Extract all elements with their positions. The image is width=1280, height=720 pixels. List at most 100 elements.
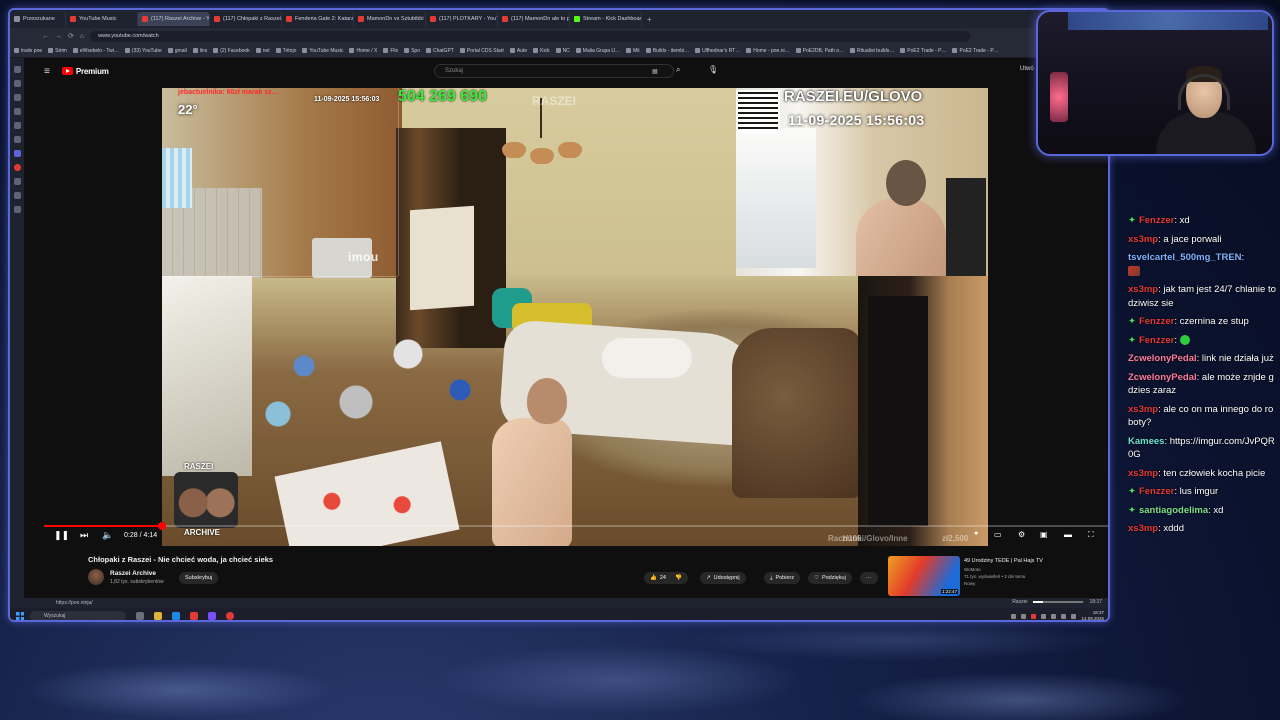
tray-icon[interactable] xyxy=(1051,613,1057,619)
sidebar-icon[interactable] xyxy=(13,164,21,171)
chat-username[interactable]: ZcwelonyPedal xyxy=(1128,353,1197,364)
video-player[interactable]: jebactuelnika: 60zł marak sz… 22° 11-09-… xyxy=(162,88,988,546)
bookmark-item[interactable]: PoE2 Trade - P… xyxy=(952,48,999,54)
channel-name[interactable]: Raszei Archive xyxy=(110,570,156,577)
bookmark-item[interactable]: (33) YouTube xyxy=(124,48,162,54)
bookmark-item[interactable]: Portal CDS Start xyxy=(459,48,504,54)
taskbar-search[interactable]: Wyszukaj xyxy=(30,611,126,620)
browser-tab[interactable]: Stream - Kick Dashboard xyxy=(570,12,642,26)
chat-username[interactable]: tsvelcartel_500mg_TREN xyxy=(1128,252,1242,263)
discord-icon[interactable] xyxy=(208,612,216,620)
task-view-icon[interactable] xyxy=(136,612,144,620)
browser-tab[interactable]: Przeszukane xyxy=(10,12,66,26)
bookmark-item[interactable]: Strim xyxy=(48,48,67,54)
volume-icon[interactable]: 🔈 xyxy=(102,530,113,541)
chat-username[interactable]: xs3mp xyxy=(1128,404,1158,415)
bookmark-item[interactable]: Spo xyxy=(404,48,420,54)
sidebar-icon[interactable] xyxy=(13,94,21,101)
next-icon[interactable]: ⏭ xyxy=(80,530,88,541)
tray-icon[interactable] xyxy=(1011,613,1017,619)
chat-username[interactable]: santiagodelima xyxy=(1139,505,1208,516)
bookmark-item[interactable]: Tritnjo xyxy=(275,48,296,54)
sidebar-icon[interactable] xyxy=(13,122,21,129)
progress-bar[interactable] xyxy=(44,522,1108,530)
recommended-channel[interactable]: WoMoto xyxy=(964,567,981,572)
pause-icon[interactable]: ❚❚ xyxy=(54,530,69,541)
chat-username[interactable]: xs3mp xyxy=(1128,284,1158,295)
more-actions-button[interactable]: ··· xyxy=(860,572,878,584)
bookmark-item[interactable]: Aute xyxy=(509,48,527,54)
sidebar-icon[interactable] xyxy=(13,192,21,199)
sidebar-icon[interactable] xyxy=(13,108,21,115)
bookmark-item[interactable]: PoE2DB, Path o… xyxy=(795,48,844,54)
bookmark-item[interactable]: YouTube Music xyxy=(302,48,343,54)
create-button[interactable]: Utwó xyxy=(1020,66,1034,72)
chat-username[interactable]: ZcwelonyPedal xyxy=(1128,372,1197,383)
bookmark-item[interactable]: gmail xyxy=(167,48,187,54)
chat-username[interactable]: xs3mp xyxy=(1128,468,1158,479)
back-icon[interactable]: ← xyxy=(42,33,49,40)
share-button[interactable]: ↗ Udostępnij xyxy=(700,572,746,584)
bookmark-item[interactable]: ChatGPT xyxy=(426,48,454,54)
reload-icon[interactable]: ⟳ xyxy=(68,32,74,40)
bookmark-item[interactable]: Mit xyxy=(626,48,640,54)
chat-username[interactable]: xs3mp xyxy=(1128,523,1158,534)
chat-username[interactable]: Kamees xyxy=(1128,436,1164,447)
theater-mode-icon[interactable]: ▬ xyxy=(1064,530,1072,539)
recommended-title[interactable]: 49 Urodziny TEDE | Pal Hajs TV xyxy=(964,558,1043,564)
opera-icon[interactable] xyxy=(190,612,198,620)
explorer-icon[interactable] xyxy=(154,612,162,620)
search-icon[interactable]: ⌕ xyxy=(676,65,680,75)
edge-icon[interactable] xyxy=(172,612,180,620)
tray-icon[interactable] xyxy=(1021,613,1027,619)
bookmark-item[interactable]: Ritualist builds… xyxy=(850,48,894,54)
browser-tab[interactable]: (117) PLOTKARY - YouTube xyxy=(426,12,498,26)
fullscreen-icon[interactable]: ⛶ xyxy=(1088,530,1094,540)
recommended-thumbnail[interactable]: 1:22:47 xyxy=(888,556,960,596)
sidebar-icon[interactable] xyxy=(13,178,21,185)
subtitles-icon[interactable]: ▭ xyxy=(994,530,1002,539)
bookmark-item[interactable]: eWsebelo - Twi… xyxy=(72,48,119,54)
chat-username[interactable]: xs3mp xyxy=(1128,234,1158,245)
youtube-logo[interactable]: Premium xyxy=(61,67,109,76)
browser-tab[interactable]: (117) Chłopaki z Raszei - N… xyxy=(210,12,282,26)
sidebar-icon[interactable] xyxy=(13,136,21,143)
sidebar-icon[interactable] xyxy=(13,80,21,87)
browser-tab[interactable]: MamonDn vs Sztubibbi - Yo… xyxy=(354,12,426,26)
obs-icon[interactable] xyxy=(226,612,234,620)
bookmark-item[interactable]: Home / X xyxy=(349,48,377,54)
wifi-icon[interactable] xyxy=(1061,613,1067,619)
bookmark-item[interactable]: Home - poe.ni… xyxy=(746,48,790,54)
hamburger-menu-icon[interactable]: ≡ xyxy=(44,66,50,77)
windows-start-icon[interactable] xyxy=(16,612,24,620)
bookmark-item[interactable]: NC xyxy=(555,48,570,54)
sidebar-icon[interactable] xyxy=(13,206,21,213)
url-field[interactable]: www.youtube.com/watch xyxy=(90,30,971,42)
bookmark-item[interactable]: PoE2 Trade - P… xyxy=(900,48,946,54)
bookmark-item[interactable]: trade poe xyxy=(14,48,42,54)
forward-icon[interactable]: → xyxy=(55,33,62,40)
autoplay-toggle-icon[interactable]: ● xyxy=(974,530,978,537)
media-seek-bar[interactable] xyxy=(1033,601,1084,603)
chat-username[interactable]: Fenzzer xyxy=(1139,215,1174,226)
microphone-icon[interactable]: 🎙 xyxy=(708,65,718,74)
keyboard-icon[interactable]: ▦ xyxy=(652,68,658,75)
thanks-button[interactable]: ♡ Podziękuj xyxy=(808,572,852,584)
sidebar-icon[interactable] xyxy=(13,66,21,73)
bookmark-item[interactable]: Kick xyxy=(533,48,550,54)
miniplayer-icon[interactable]: ▣ xyxy=(1040,530,1048,539)
browser-tab[interactable]: (117) MamonDn ale to pop… xyxy=(498,12,570,26)
bookmark-item[interactable]: Flix xyxy=(383,48,398,54)
taskbar-clock[interactable]: 18:37 14.09.2025 xyxy=(1081,610,1104,620)
sidebar-icon[interactable] xyxy=(13,150,21,157)
bookmark-item[interactable]: lins xyxy=(192,48,207,54)
thumbs-down-icon[interactable]: 👎 xyxy=(675,575,682,581)
browser-tab[interactable]: (117) Raszei Archive - You… xyxy=(138,12,210,26)
chat-username[interactable]: Fenzzer xyxy=(1139,486,1174,497)
channel-avatar[interactable] xyxy=(88,569,104,585)
like-button[interactable]: 👍 24 👎 xyxy=(644,572,688,584)
download-button[interactable]: ⤓ Pobierz xyxy=(764,572,801,584)
browser-tab[interactable]: YouTube Music xyxy=(66,12,138,26)
bookmark-item[interactable]: Ulfhednar's RT… xyxy=(695,48,740,54)
tray-icon[interactable] xyxy=(1031,613,1037,619)
